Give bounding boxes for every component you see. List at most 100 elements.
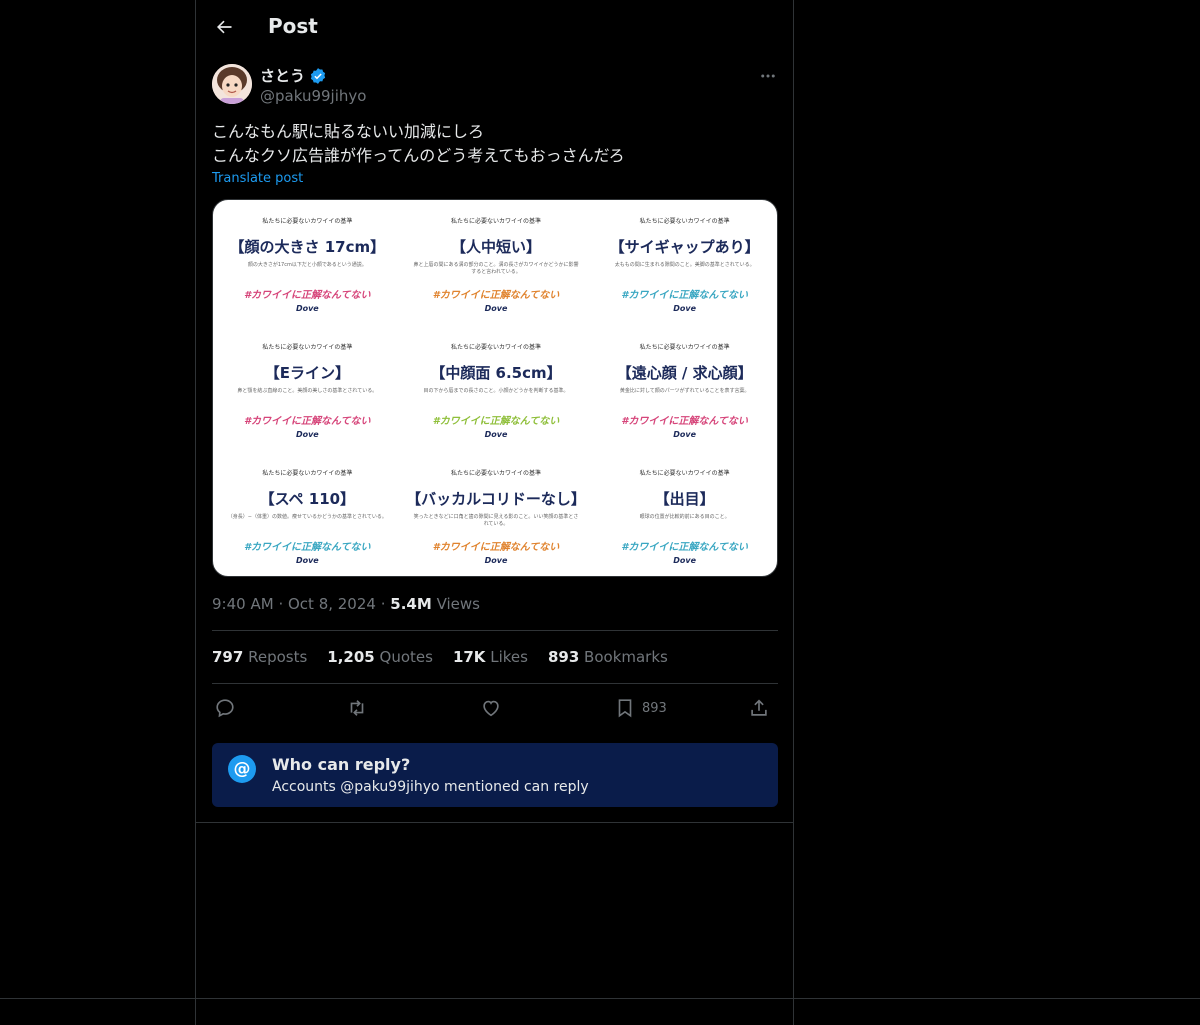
ad-headline: 【サイギャップあり】 (609, 238, 760, 256)
ad-grid: 私たちに必要ないカワイイの基準 【顔の大きさ 17cm】 顔の大きさが17cm以下だ… (213, 200, 777, 576)
bookmarks-stat[interactable]: 893 Bookmarks (548, 648, 668, 666)
dove-logo: Dove (673, 556, 697, 565)
reply-icon (216, 699, 234, 718)
dove-logo: Dove (295, 430, 319, 439)
share-button[interactable] (748, 694, 770, 722)
ad-headline: 【遠心顔 / 求心顔】 (616, 364, 753, 382)
reposts-stat[interactable]: 797 Reposts (212, 648, 307, 666)
dove-logo: Dove (673, 304, 697, 313)
ad-kicker: 私たちに必要ないカワイイの基準 (450, 218, 541, 225)
page-title: Post (268, 14, 318, 38)
views-label: Views (436, 595, 480, 613)
post-column: Post さとう @paku99jihyo こんなもん駅に貼るないい加減にしろ … (195, 0, 794, 1025)
reply-restriction-subtitle: Accounts @paku99jihyo mentioned can repl… (272, 779, 589, 795)
ad-subtext: 眼球の位置が比較的前にある目のこと。 (639, 514, 730, 520)
ad-kicker: 私たちに必要ないカワイイの基準 (262, 218, 353, 225)
likes-stat[interactable]: 17K Likes (453, 648, 528, 666)
ad-subtext: 鼻と上唇の間にある溝の部分のこと。溝の長さがカワイイかどうかに影響すると言われて… (413, 262, 579, 275)
ad-kicker: 私たちに必要ないカワイイの基準 (262, 344, 353, 351)
avatar-image (212, 64, 252, 104)
ad-subtext: （身長）−（体重）の数値。痩せているかどうかの基準とされている。 (227, 514, 387, 520)
ad-panel: 私たちに必要ないカワイイの基準 【出目】 眼球の位置が比較的前にある目のこと。 #カワ… (590, 452, 777, 576)
reply-restriction-title: Who can reply? (272, 755, 411, 774)
divider (212, 630, 778, 631)
engagement-stats: 797 Reposts 1,205 Quotes 17K Likes 893 B… (212, 648, 668, 666)
ad-hashtag: #カワイイに正解なんてない (244, 416, 371, 427)
heart-icon (483, 700, 499, 717)
ad-subtext: 太ももの間に生まれる隙間のこと。美脚の基準とされている。 (614, 262, 755, 268)
reposts-count: 797 (212, 648, 244, 666)
like-button[interactable] (480, 694, 502, 722)
ad-headline: 【中顔面 6.5cm】 (430, 364, 562, 382)
share-icon (751, 699, 767, 716)
ad-headline: 【人中短い】 (450, 238, 541, 256)
ad-hashtag: #カワイイに正解なんてない (432, 416, 560, 427)
reposts-label: Reposts (248, 648, 308, 666)
ad-kicker: 私たちに必要ないカワイイの基準 (639, 218, 730, 225)
dove-logo: Dove (295, 556, 319, 565)
dove-logo: Dove (295, 304, 319, 313)
more-options-button[interactable] (756, 64, 780, 88)
reply-restriction-banner: @ Who can reply? Accounts @paku99jihyo m… (212, 743, 778, 807)
ad-kicker: 私たちに必要ないカワイイの基準 (262, 470, 353, 477)
more-dots-icon (761, 74, 775, 78)
ad-headline: 【Eライン】 (264, 364, 350, 382)
quotes-label: Quotes (379, 648, 433, 666)
separator-dot: · (380, 595, 391, 613)
dove-logo: Dove (484, 556, 508, 565)
bookmark-button[interactable]: 893 (614, 694, 667, 722)
dove-logo: Dove (673, 430, 697, 439)
post-time[interactable]: 9:40 AM (212, 595, 274, 613)
action-bar: 893 (212, 694, 778, 722)
ad-subtext: 目の下から唇までの長さのこと。小顔かどうかを判断する基準。 (423, 388, 569, 394)
divider (212, 683, 778, 684)
author-handle[interactable]: @paku99jihyo (260, 87, 366, 105)
ad-subtext: 笑ったときなどに口角と歯の隙間に見える影のこと。いい笑顔の基準とされている。 (413, 514, 579, 527)
ad-subtext: 黄金比に対して顔のパーツがずれていることを表す言葉。 (619, 388, 750, 394)
likes-label: Likes (490, 648, 528, 666)
ad-hashtag: #カワイイに正解なんてない (432, 542, 560, 553)
ad-hashtag: #カワイイに正解なんてない (244, 290, 371, 301)
back-button[interactable] (210, 13, 238, 41)
post-date[interactable]: Oct 8, 2024 (288, 595, 376, 613)
quotes-stat[interactable]: 1,205 Quotes (327, 648, 433, 666)
author-display-name[interactable]: さとう (260, 65, 305, 86)
repost-icon (350, 700, 364, 716)
divider (196, 822, 793, 823)
avatar[interactable] (212, 64, 252, 104)
ad-hashtag: #カワイイに正解なんてない (432, 290, 560, 301)
mention-icon: @ (228, 755, 256, 783)
post-text: こんなもん駅に貼るないい加減にしろ こんなクソ広告誰が作ってんのどう考えてもおっ… (212, 120, 625, 168)
arrow-left-icon (217, 20, 232, 34)
ad-headline: 【顔の大きさ 17cm】 (229, 238, 386, 256)
bookmark-icon (618, 699, 632, 718)
ad-panel: 私たちに必要ないカワイイの基準 【遠心顔 / 求心顔】 黄金比に対して顔のパーツがず… (590, 326, 777, 452)
verified-badge-icon[interactable] (309, 67, 327, 85)
ad-panel: 私たちに必要ないカワイイの基準 【顔の大きさ 17cm】 顔の大きさが17cm以下だ… (213, 200, 402, 326)
dove-logo: Dove (484, 304, 508, 313)
separator-dot: · (278, 595, 288, 613)
likes-count: 17K (452, 648, 486, 666)
post-text-line: こんなもん駅に貼るないい加減にしろ (212, 122, 485, 141)
ad-headline: 【スペ 110】 (259, 490, 356, 508)
bookmark-count: 893 (642, 700, 667, 716)
translate-post-link[interactable]: Translate post (212, 171, 303, 186)
ad-panel: 私たちに必要ないカワイイの基準【スペ 110】 （身長）−（体重）の数値。痩せてい… (213, 452, 402, 576)
ad-hashtag: #カワイイに正解なんてない (244, 542, 371, 553)
reply-button[interactable] (214, 694, 236, 722)
repost-button[interactable] (346, 694, 368, 722)
ad-hashtag: #カワイイに正解なんてない (621, 416, 748, 427)
views-count: 5.4M (390, 595, 432, 613)
quotes-count: 1,205 (327, 648, 375, 666)
ad-hashtag: #カワイイに正解なんてない (621, 542, 748, 553)
bottom-divider (0, 998, 1200, 999)
dove-logo: Dove (484, 430, 508, 439)
post-timestamp-row: 9:40 AM · Oct 8, 2024 · 5.4M Views (212, 595, 480, 613)
post-text-line: こんなクソ広告誰が作ってんのどう考えてもおっさんだろ (212, 146, 625, 165)
ad-hashtag: #カワイイに正解なんてない (621, 290, 748, 301)
author-name-row[interactable]: さとう (260, 65, 327, 86)
ad-panel: 私たちに必要ないカワイイの基準 【Eライン】 鼻と顎を結ぶ直線のこと。美顔の美しさの… (213, 326, 402, 452)
ad-headline: 【出目】 (654, 490, 715, 508)
ad-kicker: 私たちに必要ないカワイイの基準 (450, 470, 541, 477)
post-media-image[interactable]: 私たちに必要ないカワイイの基準 【顔の大きさ 17cm】 顔の大きさが17cm以下だ… (212, 199, 778, 577)
